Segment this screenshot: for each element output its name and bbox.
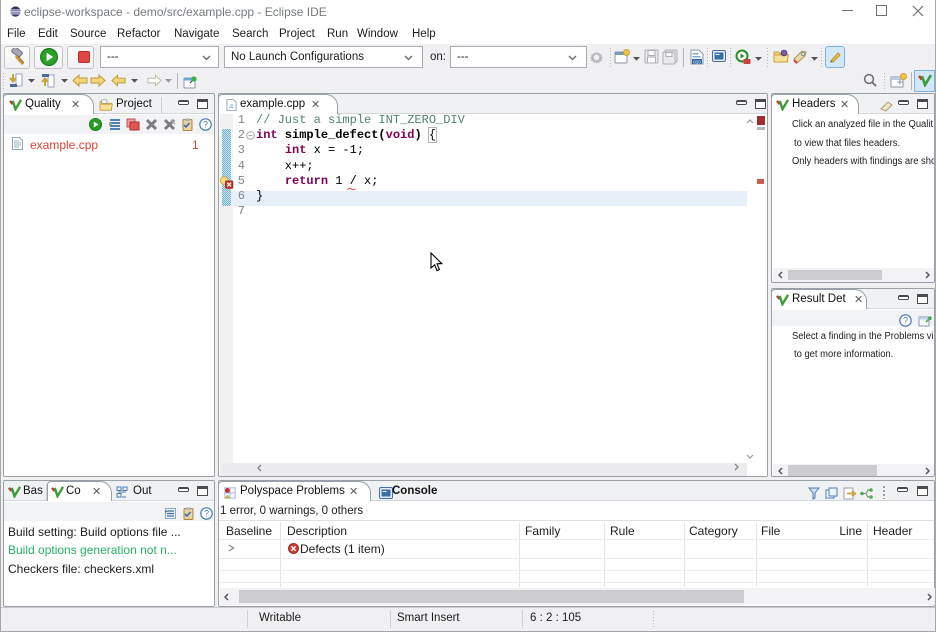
svg-text:?: ? [203, 120, 208, 130]
svg-text:010: 010 [693, 59, 701, 64]
svg-text:.c: .c [229, 103, 235, 110]
svg-text:?: ? [204, 509, 209, 519]
svg-text:?: ? [903, 316, 908, 326]
